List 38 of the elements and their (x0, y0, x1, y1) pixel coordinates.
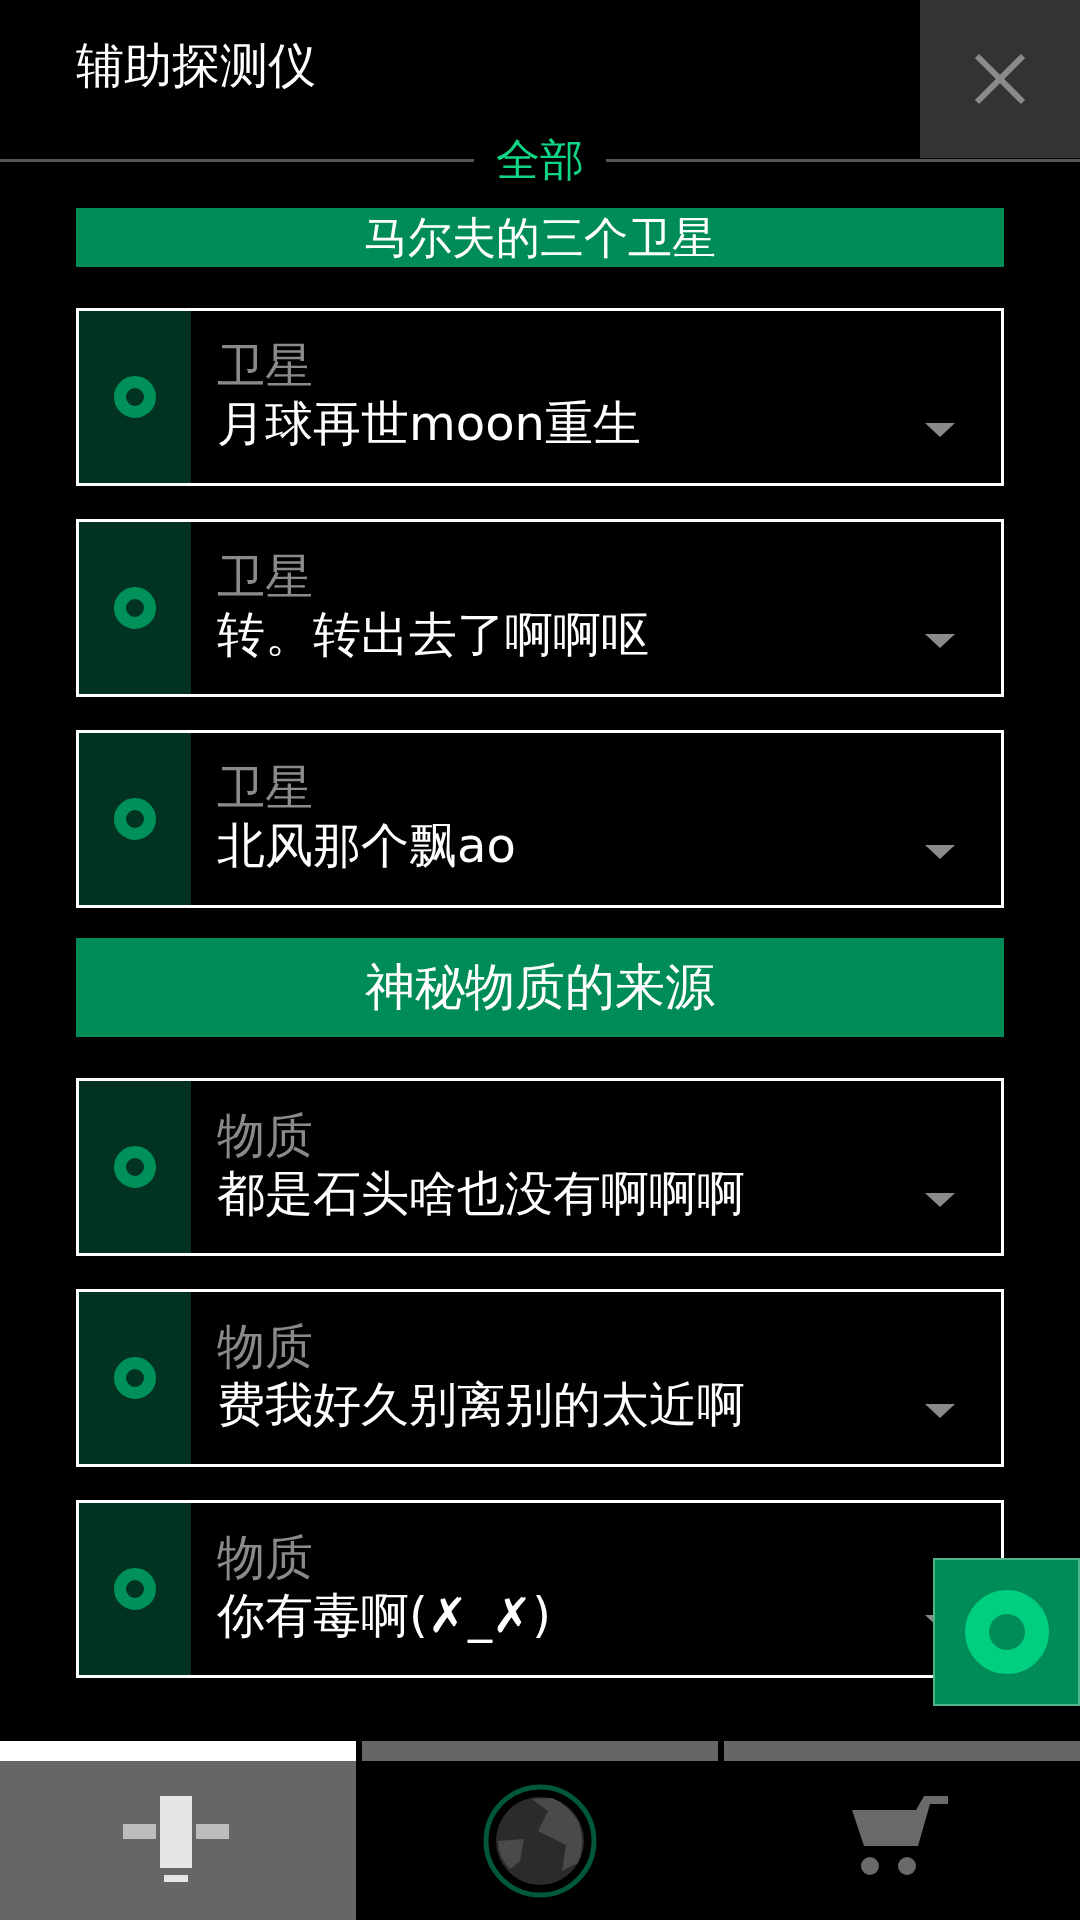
screen-title: 辅助探测仪 (75, 36, 316, 95)
selected-value: 北风那个飘ao (217, 816, 516, 875)
category-label: 卫星 (217, 337, 313, 393)
caret-icon (925, 1404, 955, 1418)
category-label: 卫星 (217, 548, 313, 604)
ring-icon (113, 375, 157, 419)
planet-icon (482, 1782, 598, 1899)
ring-icon (113, 1145, 157, 1189)
caret-icon (925, 423, 955, 437)
selected-value: 月球再世moon重生 (217, 394, 641, 453)
dropdown-card[interactable]: 卫星 北风那个飘ao (76, 730, 1004, 908)
dropdown-card[interactable]: 物质 你有毒啊(✗_✗) (76, 1500, 1004, 1678)
caret-icon (925, 634, 955, 648)
selected-value: 都是石头啥也没有啊啊啊 (217, 1164, 745, 1223)
section-header: 神秘物质的来源 (76, 938, 1004, 1037)
close-button[interactable] (920, 0, 1080, 158)
floating-button[interactable] (933, 1558, 1080, 1706)
selected-value: 转。转出去了啊啊呕 (217, 605, 649, 664)
category-label: 卫星 (217, 759, 313, 815)
dropdown-card[interactable]: 物质 都是石头啥也没有啊啊啊 (76, 1078, 1004, 1256)
ring-icon (113, 586, 157, 630)
dropdown-card[interactable]: 卫星 转。转出去了啊啊呕 (76, 519, 1004, 697)
selected-value: 你有毒啊(✗_✗) (217, 1586, 551, 1645)
selected-value: 费我好久别离别的太近啊 (217, 1375, 745, 1434)
category-label: 物质 (217, 1318, 313, 1374)
close-icon (973, 52, 1027, 106)
section-header: 马尔夫的三个卫星 (76, 208, 1004, 267)
ring-icon (113, 1567, 157, 1611)
caret-icon (925, 845, 955, 859)
filter-label[interactable]: 全部 (474, 130, 606, 190)
dropdown-card[interactable]: 物质 费我好久别离别的太近啊 (76, 1289, 1004, 1467)
dropdown-card[interactable]: 卫星 月球再世moon重生 (76, 308, 1004, 486)
category-label: 物质 (217, 1529, 313, 1585)
category-label: 物质 (217, 1107, 313, 1163)
ring-icon (113, 797, 157, 841)
caret-icon (925, 1193, 955, 1207)
ring-icon (964, 1590, 1049, 1674)
ring-icon (113, 1356, 157, 1400)
